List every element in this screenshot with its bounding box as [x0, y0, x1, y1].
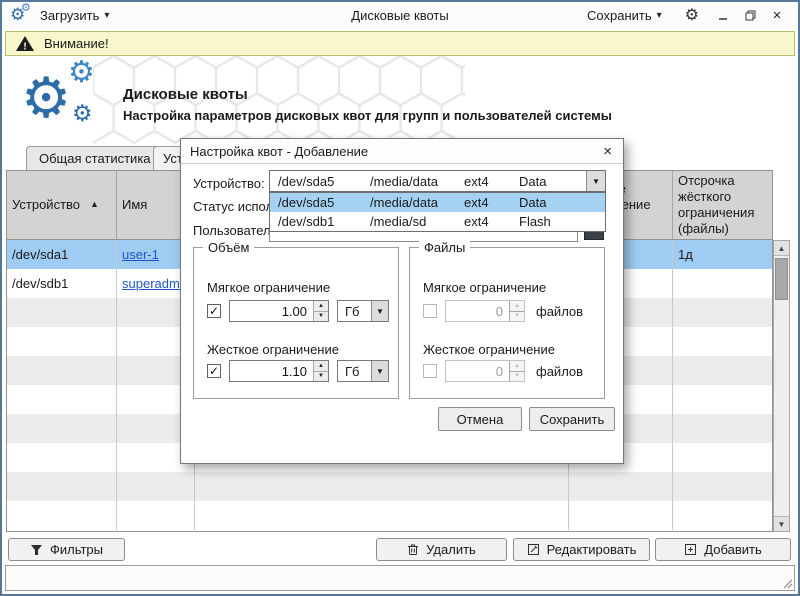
volume-group-legend: Объём	[203, 240, 254, 255]
dialog-title-bar: Настройка квот - Добавление ×	[181, 139, 623, 164]
page-subtitle: Настройка параметров дисковых квот для г…	[123, 108, 703, 123]
spin-down-icon[interactable]: ▼	[314, 371, 328, 382]
scroll-down-button[interactable]: ▼	[774, 516, 789, 531]
check-icon: ✓	[209, 305, 219, 317]
column-header-deferral[interactable]: Отсрочка жёсткого ограничения (файлы)	[673, 171, 772, 239]
device-field-label: Устройство:	[193, 176, 265, 191]
scroll-down-icon: ▼	[778, 520, 786, 529]
soft-limit-label: Мягкое ограничение	[207, 280, 330, 295]
vertical-scrollbar[interactable]: ▲ ▼	[773, 240, 790, 532]
soft-volume-spinner: ▲▼	[229, 300, 329, 322]
chevron-down-icon: ▾	[657, 10, 662, 21]
delete-button[interactable]: Удалить	[376, 538, 507, 561]
warning-banner: ! Внимание!	[5, 31, 795, 56]
scroll-up-button[interactable]: ▲	[774, 241, 789, 256]
minimize-button[interactable]	[716, 9, 730, 23]
gear-icon: ⚙	[21, 70, 71, 126]
soft-volume-unit-select[interactable]: Гб ▼	[337, 300, 389, 322]
edit-button[interactable]: Редактировать	[513, 538, 650, 561]
spin-down-icon: ▼	[510, 371, 524, 382]
device-dropdown-list: /dev/sda5 /media/data ext4 Data /dev/sdb…	[269, 192, 606, 232]
spin-down-icon: ▼	[510, 311, 524, 322]
table-row-empty	[7, 472, 772, 501]
add-button[interactable]: Добавить	[655, 538, 791, 561]
sort-ascending-icon: ▲	[90, 199, 99, 210]
trash-icon	[407, 543, 419, 556]
cell-deferral: 1д	[673, 240, 772, 269]
page-title: Дисковые квоты	[123, 86, 248, 103]
files-group: Файлы Мягкое ограничение ▲▼ файлов Жестк…	[409, 247, 605, 399]
hard-files-spinner: ▲▼	[445, 360, 525, 382]
column-header-device[interactable]: Устройство ▲	[7, 171, 117, 239]
spin-up-icon[interactable]: ▲	[314, 301, 328, 311]
gear-icon: ⚙	[21, 3, 31, 14]
load-menu-label: Загрузить	[40, 8, 99, 23]
tab-general-statistics[interactable]: Общая статистика	[26, 146, 164, 171]
table-row-empty	[7, 501, 772, 530]
hard-files-checkbox[interactable]	[423, 364, 437, 378]
device-combobox-value: /dev/sda5 /media/data ext4 Data	[270, 171, 605, 191]
app-gears-icon: ⚙ ⚙	[10, 5, 34, 27]
hard-limit-label: Жесткое ограничение	[207, 342, 339, 357]
device-option[interactable]: /dev/sda5 /media/data ext4 Data	[270, 193, 605, 212]
dropdown-arrow-icon[interactable]: ▼	[586, 171, 605, 191]
gear-icon: ⚙	[72, 102, 93, 125]
spin-down-icon[interactable]: ▼	[314, 311, 328, 322]
hard-volume-checkbox[interactable]: ✓	[207, 364, 221, 378]
settings-gear-icon[interactable]: ⚙	[685, 8, 699, 24]
window-title: Дисковые квоты	[202, 8, 598, 23]
hard-volume-unit-select[interactable]: Гб ▼	[337, 360, 389, 382]
gear-icon: ⚙	[68, 58, 95, 88]
app-header: ⚙ ⚙ ⚙ Дисковые квоты Настройка параметро…	[5, 56, 795, 147]
cancel-button[interactable]: Отмена	[438, 407, 522, 431]
hard-volume-spinner: ▲▼	[229, 360, 329, 382]
cell-device: /dev/sdb1	[7, 269, 117, 298]
volume-group: Объём Мягкое ограничение ✓ ▲▼ Гб ▼ Жестк…	[193, 247, 399, 399]
title-bar: ⚙ ⚙ Загрузить ▾ Дисковые квоты Сохранить…	[2, 2, 798, 29]
user-field-label: Пользователь:	[193, 223, 281, 238]
check-icon: ✓	[209, 365, 219, 377]
chevron-down-icon: ▾	[104, 10, 109, 21]
soft-volume-checkbox[interactable]: ✓	[207, 304, 221, 318]
close-button[interactable]: ×	[770, 9, 784, 23]
files-suffix-label: файлов	[536, 364, 583, 379]
minimize-icon	[718, 11, 728, 21]
spin-up-icon: ▲	[510, 301, 524, 311]
dropdown-arrow-icon: ▼	[371, 361, 388, 381]
device-option[interactable]: /dev/sdb1 /media/sd ext4 Flash	[270, 212, 605, 231]
device-combobox[interactable]: /dev/sda5 /media/data ext4 Data ▼	[269, 170, 606, 192]
cell-deferral	[673, 269, 772, 298]
svg-text:!: !	[23, 42, 26, 53]
pencil-icon	[527, 543, 540, 556]
soft-files-checkbox[interactable]	[423, 304, 437, 318]
soft-files-spinner: ▲▼	[445, 300, 525, 322]
hard-files-label: Жесткое ограничение	[423, 342, 555, 357]
spin-up-icon: ▲	[510, 361, 524, 371]
plus-icon	[684, 543, 697, 556]
app-window: ⚙ ⚙ Загрузить ▾ Дисковые квоты Сохранить…	[0, 0, 800, 596]
quota-add-dialog: Настройка квот - Добавление × Устройство…	[180, 138, 624, 464]
scroll-up-icon: ▲	[778, 244, 786, 253]
warning-text: Внимание!	[44, 36, 109, 51]
files-group-legend: Файлы	[419, 240, 470, 255]
status-bar	[5, 565, 795, 591]
save-button[interactable]: Сохранить	[529, 407, 615, 431]
scrollbar-thumb[interactable]	[775, 258, 788, 300]
filters-button[interactable]: Фильтры	[8, 538, 125, 561]
spin-up-icon[interactable]: ▲	[314, 361, 328, 371]
resize-grip[interactable]	[780, 576, 793, 589]
files-suffix-label: файлов	[536, 304, 583, 319]
warning-icon: !	[15, 35, 35, 52]
maximize-button[interactable]	[743, 9, 757, 23]
dropdown-arrow-icon: ▼	[371, 301, 388, 321]
dialog-title: Настройка квот - Добавление	[190, 144, 368, 159]
cell-device: /dev/sda1	[7, 240, 117, 269]
restore-icon	[745, 10, 756, 21]
load-menu-button[interactable]: Загрузить ▾	[34, 5, 115, 26]
dialog-close-button[interactable]: ×	[601, 143, 614, 160]
user-link[interactable]: user-1	[122, 247, 159, 262]
funnel-icon	[30, 544, 43, 556]
soft-files-label: Мягкое ограничение	[423, 280, 546, 295]
